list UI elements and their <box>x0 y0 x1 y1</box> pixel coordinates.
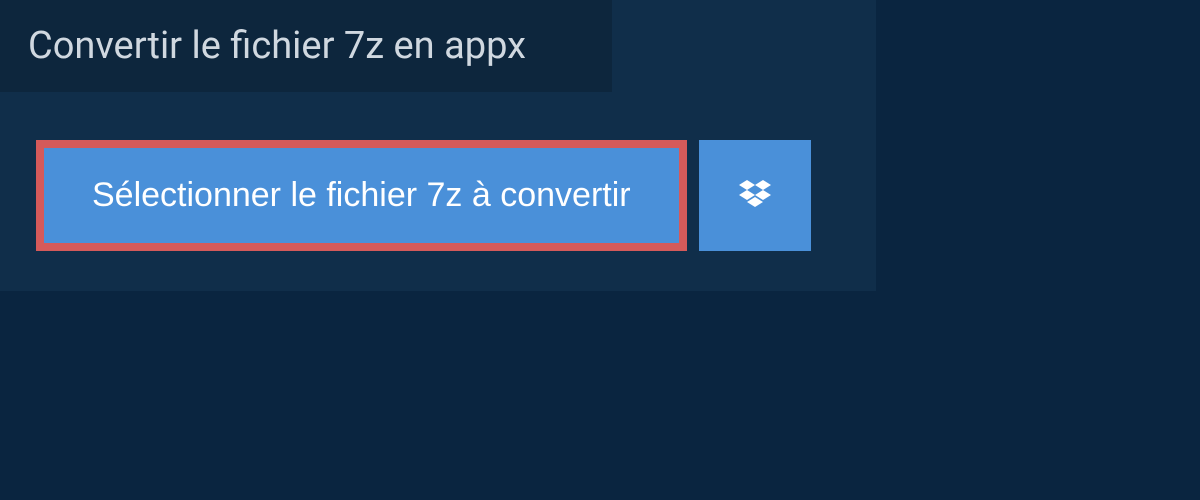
select-file-label: Sélectionner le fichier 7z à convertir <box>92 176 631 215</box>
dropbox-icon <box>735 176 775 216</box>
select-file-button[interactable]: Sélectionner le fichier 7z à convertir <box>36 140 687 251</box>
page-title: Convertir le fichier 7z en appx <box>28 24 584 68</box>
converter-panel: Convertir le fichier 7z en appx Sélectio… <box>0 0 876 291</box>
title-bar: Convertir le fichier 7z en appx <box>0 0 612 92</box>
dropbox-button[interactable] <box>699 140 811 251</box>
button-row: Sélectionner le fichier 7z à convertir <box>36 140 876 251</box>
